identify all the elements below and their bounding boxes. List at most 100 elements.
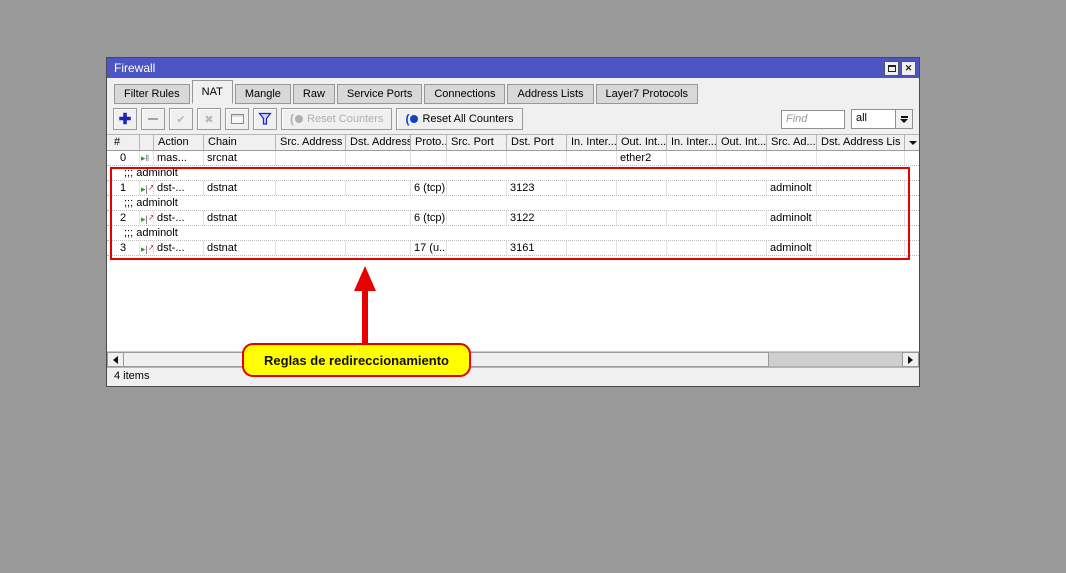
dst-nat-icon: ▸|↗ xyxy=(140,181,154,195)
tab-connections[interactable]: Connections xyxy=(424,84,505,104)
table-cell xyxy=(276,241,346,255)
dst-nat-icon: ▸|↗ xyxy=(140,211,154,225)
column-header[interactable]: Out. Int... xyxy=(617,135,667,150)
status-bar: 4 items xyxy=(107,367,919,385)
find-area: all xyxy=(781,109,913,129)
table-cell: adminolt xyxy=(767,241,817,255)
table-cell: srcnat xyxy=(204,151,276,165)
column-header[interactable]: Dst. Address xyxy=(346,135,411,150)
nat-comment-row[interactable]: ;;; adminolt xyxy=(107,196,919,211)
maximize-button[interactable] xyxy=(884,61,899,76)
comment-button[interactable] xyxy=(225,108,249,130)
reset-all-icon: ( xyxy=(405,112,418,126)
column-header[interactable]: Action xyxy=(154,135,204,150)
table-cell xyxy=(346,151,411,165)
table-cell xyxy=(567,211,617,225)
table-cell: 3122 xyxy=(507,211,567,225)
reset-all-counters-button[interactable]: ( Reset All Counters xyxy=(396,108,522,130)
table-cell xyxy=(346,241,411,255)
window-title: Firewall xyxy=(114,61,155,75)
dropdown-button[interactable] xyxy=(896,109,913,129)
column-header[interactable]: Src. Port xyxy=(447,135,507,150)
nat-comment-row[interactable]: ;;; adminolt xyxy=(107,166,919,181)
table-cell xyxy=(567,241,617,255)
find-input[interactable] xyxy=(781,110,845,129)
callout-text: Reglas de redireccionamiento xyxy=(264,353,449,368)
scroll-right-icon xyxy=(908,356,913,364)
filter-dropdown-value: all xyxy=(851,109,896,129)
enable-button[interactable]: ✔ xyxy=(169,108,193,130)
nat-rule-row[interactable]: 0▸‖mas...srcnatether2 xyxy=(107,151,919,166)
column-header[interactable]: Out. Int... xyxy=(717,135,767,150)
remove-button[interactable] xyxy=(141,108,165,130)
tab-layer7-protocols[interactable]: Layer7 Protocols xyxy=(596,84,699,104)
table-cell: 17 (u... xyxy=(411,241,447,255)
table-cell: dstnat xyxy=(204,181,276,195)
column-header[interactable]: Src. Ad... xyxy=(767,135,817,150)
table-cell xyxy=(667,151,717,165)
table-cell xyxy=(507,151,567,165)
table-cell: ether2 xyxy=(617,151,667,165)
column-header[interactable]: Dst. Port xyxy=(507,135,567,150)
tabstrip: Filter Rules NAT Mangle Raw Service Port… xyxy=(107,78,919,104)
table-cell xyxy=(617,241,667,255)
table-cell xyxy=(567,181,617,195)
table-cell: adminolt xyxy=(767,211,817,225)
scroll-left-button[interactable] xyxy=(107,352,124,367)
filter-button[interactable] xyxy=(253,108,277,130)
maximize-icon xyxy=(888,65,896,72)
tab-filter-rules[interactable]: Filter Rules xyxy=(114,84,190,104)
column-header[interactable]: Proto... xyxy=(411,135,447,150)
column-header[interactable]: Dst. Address Lis xyxy=(817,135,905,150)
titlebar[interactable]: Firewall ✕ xyxy=(107,58,919,78)
tab-service-ports[interactable]: Service Ports xyxy=(337,84,422,104)
tab-raw[interactable]: Raw xyxy=(293,84,335,104)
scroll-right-button[interactable] xyxy=(902,352,919,367)
table-cell xyxy=(617,211,667,225)
table-cell xyxy=(717,151,767,165)
nat-rule-row[interactable]: 1▸|↗dst-...dstnat6 (tcp)3123adminolt xyxy=(107,181,919,196)
tab-mangle[interactable]: Mangle xyxy=(235,84,291,104)
nat-rule-row[interactable]: 2▸|↗dst-...dstnat6 (tcp)3122adminolt xyxy=(107,211,919,226)
horizontal-scrollbar[interactable] xyxy=(107,351,919,367)
comment-text: ;;; adminolt xyxy=(124,166,178,180)
nat-table-header: # ActionChainSrc. AddressDst. AddressProt… xyxy=(107,134,919,151)
filter-dropdown[interactable]: all xyxy=(851,109,913,129)
table-cell: 0 xyxy=(107,151,140,165)
tab-address-lists[interactable]: Address Lists xyxy=(507,84,593,104)
funnel-icon xyxy=(258,112,272,126)
table-cell xyxy=(567,151,617,165)
column-select-button[interactable] xyxy=(906,135,919,150)
column-header[interactable]: Src. Address xyxy=(276,135,346,150)
reset-counters-button[interactable]: ( Reset Counters xyxy=(281,108,392,130)
table-cell xyxy=(411,151,447,165)
close-button[interactable]: ✕ xyxy=(901,61,916,76)
table-cell xyxy=(817,241,905,255)
table-cell: dst-... xyxy=(154,181,204,195)
nat-table-body: 0▸‖mas...srcnatether2;;; adminolt1▸|↗dst… xyxy=(107,151,919,351)
add-button[interactable]: ✚ xyxy=(113,108,137,130)
column-header[interactable]: Chain xyxy=(204,135,276,150)
column-header[interactable]: In. Inter... xyxy=(667,135,717,150)
table-cell xyxy=(346,211,411,225)
scrollbar-track[interactable] xyxy=(769,352,902,367)
disable-button[interactable]: ✖ xyxy=(197,108,221,130)
column-header[interactable]: # xyxy=(107,135,140,150)
nat-rule-row[interactable]: 3▸|↗dst-...dstnat17 (u...3161adminolt xyxy=(107,241,919,256)
table-cell: dstnat xyxy=(204,211,276,225)
nat-comment-row[interactable]: ;;; adminolt xyxy=(107,226,919,241)
table-cell: 1 xyxy=(107,181,140,195)
table-cell xyxy=(276,181,346,195)
check-icon: ✔ xyxy=(176,113,185,126)
annotation-arrow-icon xyxy=(354,266,376,291)
tab-nat[interactable]: NAT xyxy=(192,80,233,104)
reset-counters-label: Reset Counters xyxy=(307,113,383,125)
column-header[interactable]: In. Inter... xyxy=(567,135,617,150)
close-icon: ✕ xyxy=(905,64,913,73)
table-cell xyxy=(817,151,905,165)
table-cell: 3 xyxy=(107,241,140,255)
table-cell: mas... xyxy=(154,151,204,165)
column-header[interactable] xyxy=(140,135,154,150)
table-cell xyxy=(667,211,717,225)
table-cell xyxy=(447,211,507,225)
